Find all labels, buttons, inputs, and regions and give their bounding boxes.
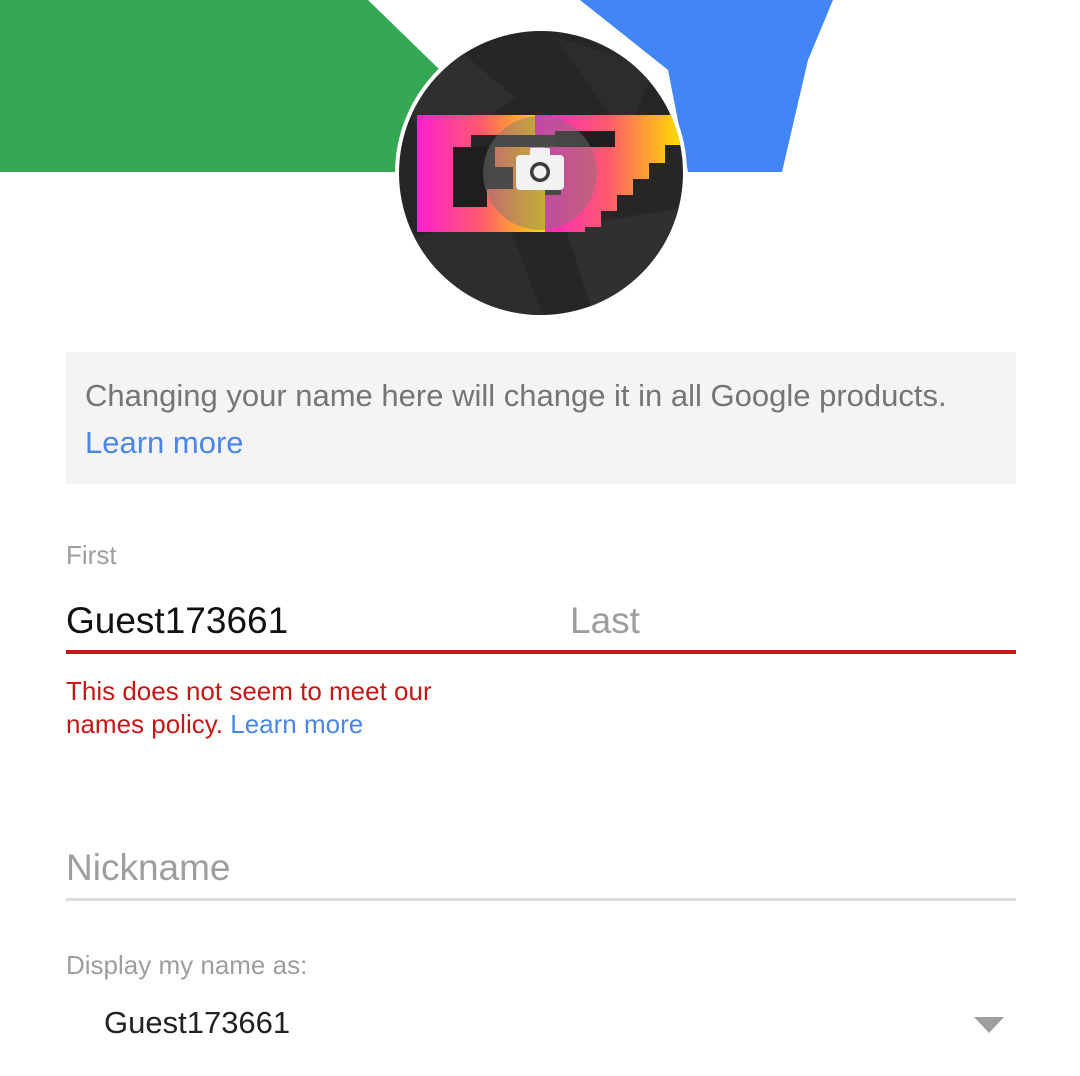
error-learn-more-link[interactable]: Learn more <box>230 709 363 739</box>
green-shape <box>0 0 440 172</box>
nickname-underline <box>66 898 1016 901</box>
display-name-value: Guest173661 <box>104 1005 291 1040</box>
display-name-label: Display my name as: <box>66 950 308 980</box>
display-name-select[interactable]: Guest173661 <box>66 995 1016 1055</box>
name-change-info-box: Changing your name here will change it i… <box>66 352 1016 484</box>
last-name-input[interactable] <box>570 596 1016 646</box>
first-name-input[interactable] <box>66 596 536 646</box>
info-learn-more-link[interactable]: Learn more <box>85 425 244 460</box>
first-name-label: First <box>66 540 117 570</box>
camera-icon <box>516 148 564 190</box>
name-policy-error: This does not seem to meet our names pol… <box>66 675 506 741</box>
name-field-underline-error <box>66 650 1016 654</box>
nickname-input[interactable] <box>66 842 1016 894</box>
chevron-down-icon <box>974 1017 1004 1033</box>
info-text: Changing your name here will change it i… <box>85 378 947 413</box>
